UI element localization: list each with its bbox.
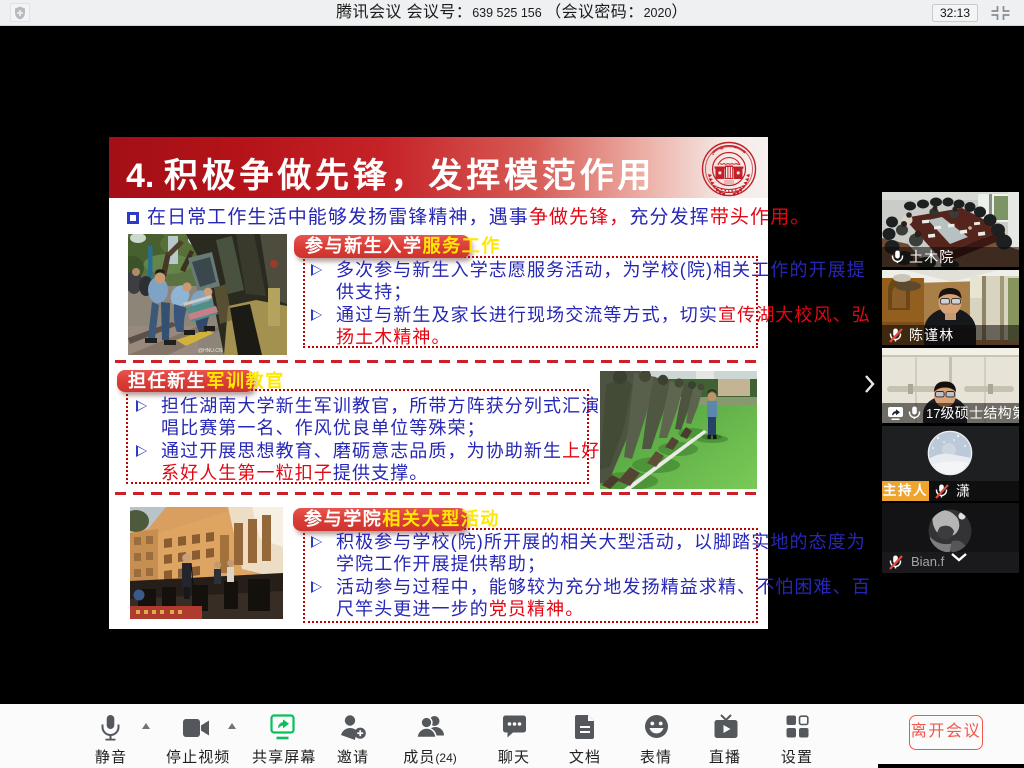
svg-text:@HNU.CN: @HNU.CN xyxy=(198,348,223,354)
svg-text:w: w xyxy=(733,144,738,151)
